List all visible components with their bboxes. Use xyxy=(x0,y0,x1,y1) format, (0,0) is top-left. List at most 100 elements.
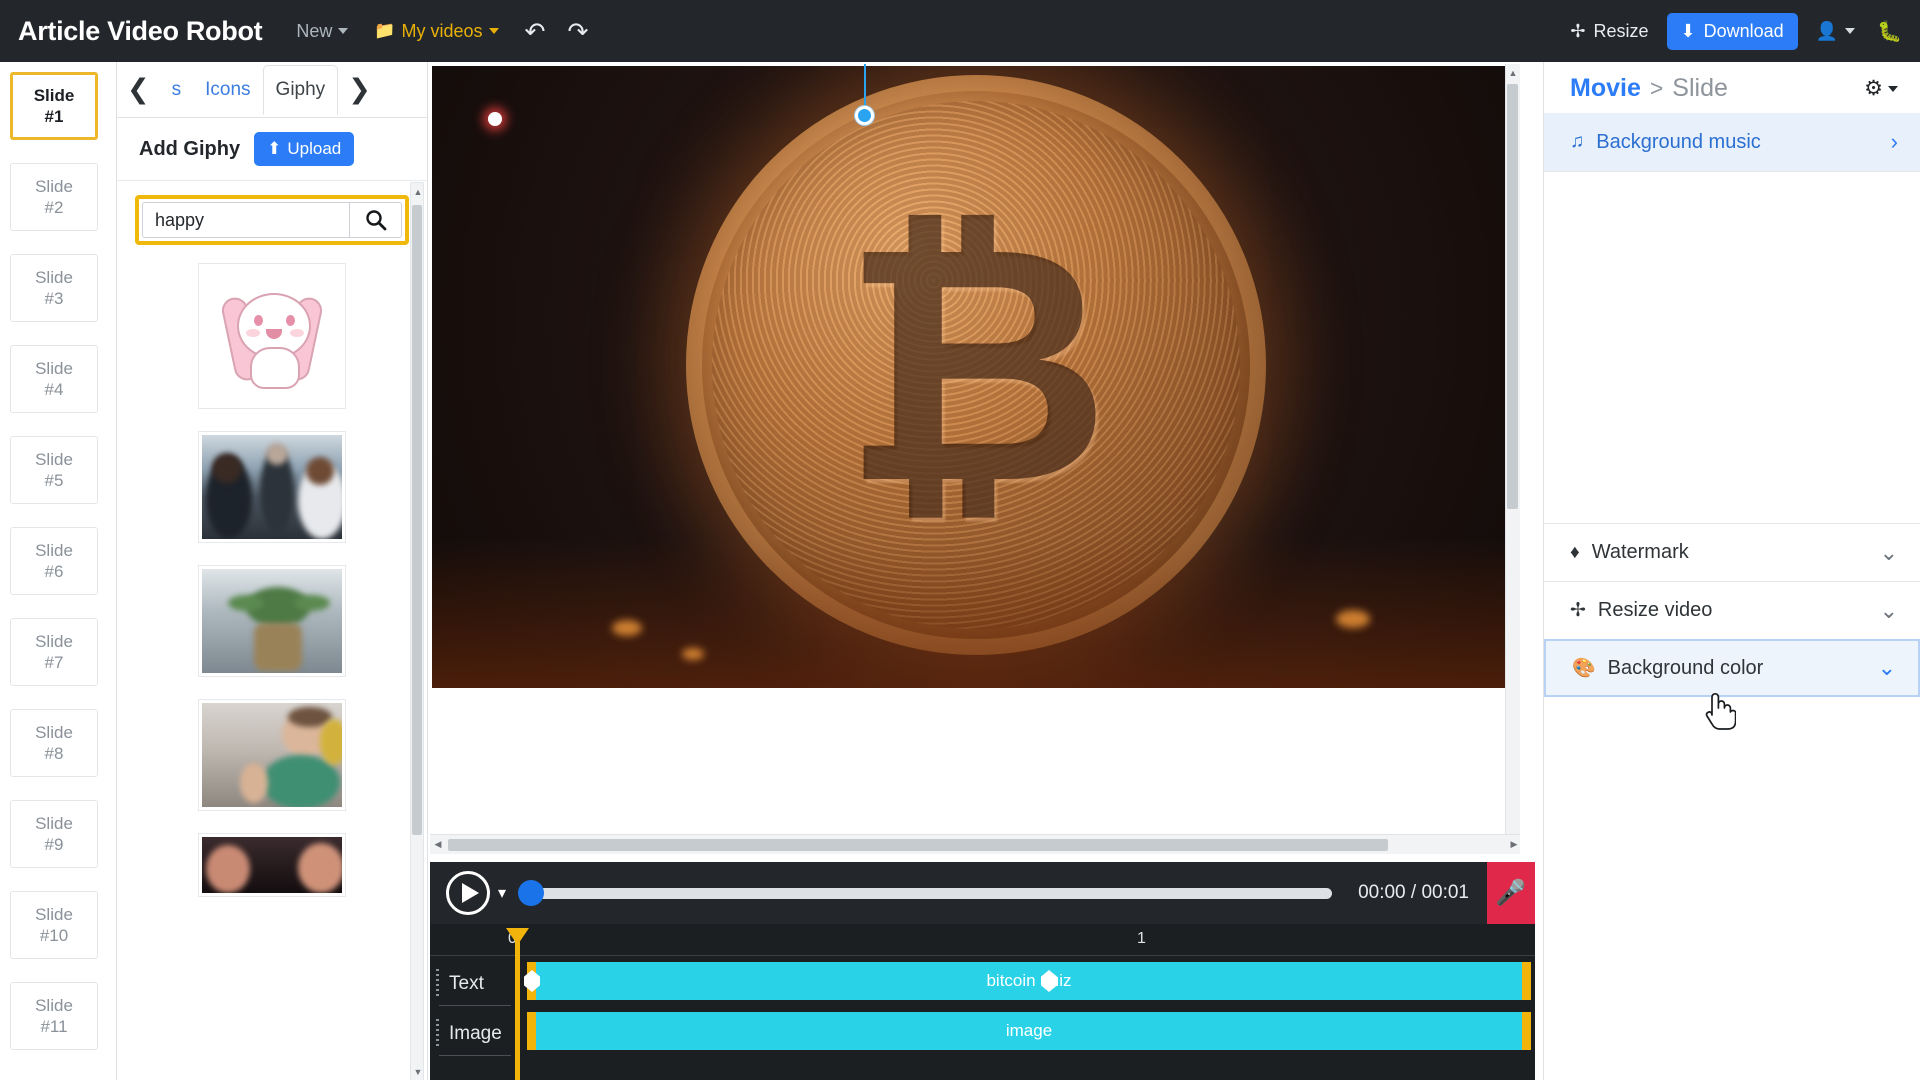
tab-sounds[interactable]: s xyxy=(160,65,194,115)
scrollbar-thumb[interactable] xyxy=(448,838,1388,851)
timeline-clip-image[interactable]: image xyxy=(527,1012,1531,1050)
scrollbar-thumb[interactable] xyxy=(1507,84,1518,509)
resize-button[interactable]: ✢ Resize xyxy=(1570,21,1648,42)
add-giphy-row: Add Giphy ⬆ Upload xyxy=(117,118,427,181)
slide-thumb-number: #4 xyxy=(44,380,64,399)
slide-thumb-number: #11 xyxy=(40,1017,68,1036)
giphy-result-kid[interactable] xyxy=(198,699,346,811)
slide-thumb-10[interactable]: Slide #10 xyxy=(10,891,98,959)
scroll-up-arrow[interactable]: ▲ xyxy=(411,183,425,201)
undo-icon[interactable]: ↶ xyxy=(525,19,546,44)
breadcrumb-movie[interactable]: Movie xyxy=(1570,74,1641,103)
giphy-panel-scrollbar[interactable]: ▲ ▼ xyxy=(410,182,424,1080)
chevron-down-icon: ⌄ xyxy=(1879,539,1898,565)
new-menu[interactable]: New xyxy=(296,20,349,42)
scrollbar-thumb[interactable] xyxy=(412,205,422,835)
timeline-playhead[interactable] xyxy=(506,928,529,1080)
seek-bar[interactable] xyxy=(518,880,1333,906)
crop-handle[interactable] xyxy=(855,106,874,125)
timeline-ruler[interactable]: 0 1 xyxy=(430,924,1535,956)
slide-thumb-2[interactable]: Slide #2 xyxy=(10,163,98,231)
time-display: 00:00 / 00:01 xyxy=(1358,882,1469,903)
slide-thumb-label: Slide xyxy=(35,813,73,833)
user-icon: 👤 xyxy=(1815,20,1839,41)
scroll-right-arrow[interactable]: ▶ xyxy=(1506,839,1520,850)
slide-thumb-7[interactable]: Slide #7 xyxy=(10,618,98,686)
bitcoin-symbol: ₿ xyxy=(841,172,1111,557)
clip-right-handle[interactable] xyxy=(1522,1012,1531,1050)
chevron-right-icon[interactable]: ❯ xyxy=(338,74,381,105)
preview-vertical-scrollbar[interactable]: ▲ ▼ xyxy=(1505,64,1520,854)
slide-thumb-8[interactable]: Slide #8 xyxy=(10,709,98,777)
slide-thumb-9[interactable]: Slide #9 xyxy=(10,800,98,868)
panel-item-watermark[interactable]: ♦ Watermark ⌄ xyxy=(1544,523,1920,581)
play-options-chevron-down-icon[interactable]: ▾ xyxy=(498,883,506,903)
chevron-down-icon xyxy=(1888,85,1898,92)
move-arrows-icon: ✢ xyxy=(1570,20,1586,41)
giphy-result-men[interactable] xyxy=(198,431,346,543)
bug-icon[interactable]: 🐛 xyxy=(1877,19,1902,44)
tab-giphy[interactable]: Giphy xyxy=(262,65,339,115)
settings-menu[interactable]: ⚙ xyxy=(1864,76,1898,101)
download-button[interactable]: ⬇ Download xyxy=(1666,12,1798,50)
video-preview[interactable]: ₿ xyxy=(432,66,1520,688)
breadcrumb-slide[interactable]: Slide xyxy=(1672,74,1728,103)
panel-item-background-music[interactable]: ♫ Background music › xyxy=(1544,113,1920,171)
upload-button[interactable]: ⬆ Upload xyxy=(254,132,355,166)
seek-knob[interactable] xyxy=(518,880,545,906)
slides-rail[interactable]: Slide #1 Slide #2 Slide #3 Slide #4 Slid… xyxy=(0,62,117,1080)
chevron-left-icon[interactable]: ❮ xyxy=(117,74,160,105)
scroll-up-arrow[interactable]: ▲ xyxy=(1506,64,1520,82)
timeline-clip-label: bitcoin quiz xyxy=(986,971,1072,990)
slide-thumb-11[interactable]: Slide #11 xyxy=(10,982,98,1050)
slide-thumb-label: Slide xyxy=(35,540,73,560)
giphy-result-bunny[interactable] xyxy=(198,263,346,409)
music-note-icon: ♫ xyxy=(1570,131,1585,152)
search-icon[interactable] xyxy=(350,202,402,238)
giphy-search-input[interactable] xyxy=(142,202,350,238)
slide-thumb-label: Slide xyxy=(35,267,73,287)
slide-thumb-6[interactable]: Slide #6 xyxy=(10,527,98,595)
scroll-down-arrow[interactable]: ▼ xyxy=(411,1063,425,1080)
clip-right-handle[interactable] xyxy=(1522,962,1531,1000)
panel-item-background-color[interactable]: 🎨 Background color ⌄ xyxy=(1544,639,1920,697)
slide-thumb-4[interactable]: Slide #4 xyxy=(10,345,98,413)
giphy-result-yoda[interactable] xyxy=(198,565,346,677)
text-track-label: Text xyxy=(439,962,511,1006)
breadcrumb: Movie > Slide ⚙ xyxy=(1544,62,1920,113)
preview-canvas-area: ₿ ▲ ▼ ◀ ▶ xyxy=(430,64,1520,854)
panel-item-resize-video[interactable]: ✢ Resize video ⌄ xyxy=(1544,581,1920,639)
slide-thumb-3[interactable]: Slide #3 xyxy=(10,254,98,322)
light-spark xyxy=(682,648,704,660)
tab-icons[interactable]: Icons xyxy=(193,65,262,115)
slide-thumb-1[interactable]: Slide #1 xyxy=(10,72,98,140)
play-icon[interactable] xyxy=(446,871,490,915)
image-track: Image image xyxy=(430,1012,1535,1056)
giphy-result-girls[interactable] xyxy=(198,833,346,897)
user-menu[interactable]: 👤 xyxy=(1815,20,1856,42)
my-videos-menu[interactable]: 📁 My videos xyxy=(374,21,499,42)
new-menu-label: New xyxy=(296,20,333,41)
timeline-clip-text[interactable]: bitcoin quiz xyxy=(527,962,1531,1000)
folder-icon: 📁 xyxy=(374,21,396,40)
preview-horizontal-scrollbar[interactable]: ◀ ▶ xyxy=(430,834,1520,854)
scroll-left-arrow[interactable]: ◀ xyxy=(430,839,446,850)
image-track-label: Image xyxy=(439,1012,511,1056)
slide-thumb-label: Slide xyxy=(35,722,73,742)
image-track-lane[interactable]: image xyxy=(511,1012,1535,1056)
gear-icon: ⚙ xyxy=(1864,77,1883,100)
slide-thumb-number: #8 xyxy=(44,744,64,763)
clip-left-handle[interactable] xyxy=(527,1012,536,1050)
slide-thumb-label: Slide xyxy=(35,631,73,651)
diamond-icon: ♦ xyxy=(1570,541,1580,563)
slide-thumb-label: Slide xyxy=(35,358,73,378)
seek-track[interactable] xyxy=(532,887,1333,899)
microphone-icon[interactable]: 🎤 xyxy=(1487,862,1535,924)
redo-icon[interactable]: ↷ xyxy=(568,19,589,44)
slide-thumb-number: #6 xyxy=(44,562,64,581)
app-title: Article Video Robot xyxy=(18,15,263,46)
slide-thumb-5[interactable]: Slide #5 xyxy=(10,436,98,504)
giphy-panel: ❮ s Icons Giphy ❯ Add Giphy ⬆ Upload hap… xyxy=(117,62,428,1080)
giphy-search-group xyxy=(135,195,409,245)
text-track-lane[interactable]: bitcoin quiz xyxy=(511,962,1535,1006)
